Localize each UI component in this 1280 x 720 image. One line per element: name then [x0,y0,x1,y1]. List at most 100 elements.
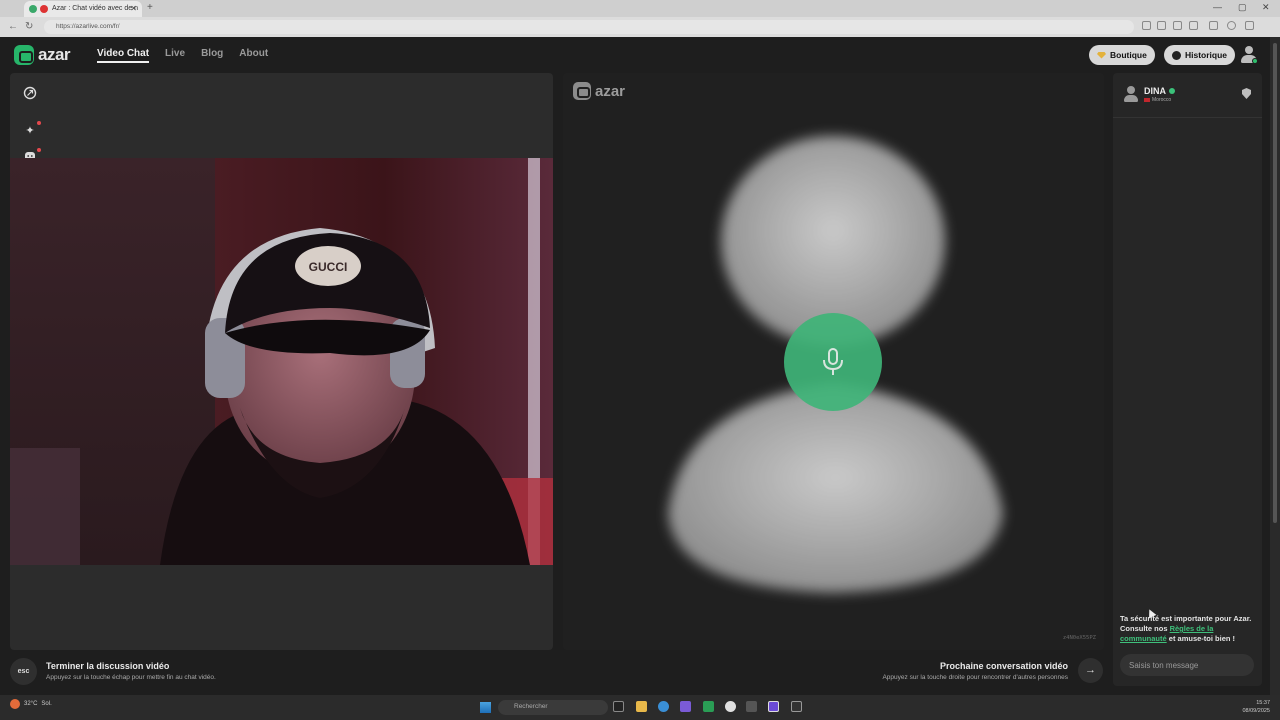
page-scrollbar[interactable] [1270,37,1280,695]
morocco-flag-icon [1144,98,1150,102]
chat-divider [1113,117,1262,118]
next-chat-subtitle: Appuyez sur la touche droite pour rencon… [882,674,1068,681]
esc-key-button[interactable]: esc [10,658,37,685]
spotify-icon[interactable] [703,701,714,712]
peer-azar-logo: azar [573,82,625,100]
copilot-icon[interactable] [680,701,691,712]
shop-button[interactable]: Boutique [1089,45,1155,65]
self-video-panel: ✦ GUCCI [10,73,553,650]
notes-icon[interactable] [791,701,802,712]
azar-app: azar Video Chat Live Blog About Boutique… [0,37,1270,695]
tab-bar: Azar : Chat vidéo avec de n ✕ + — ▢ ✕ [0,0,1280,17]
effects-icon[interactable]: ✦ [23,121,41,138]
partner-name-row: DINA [1144,86,1175,96]
weather-widget[interactable]: 32°C Sol. [10,699,52,709]
clock-date: 08/09/2025 [1242,708,1270,714]
address-bar-row: ← ↻ https://azarlive.com/fr/ [0,17,1280,37]
partner-name: DINA [1144,86,1166,96]
translate-icon[interactable] [1173,21,1182,30]
shop-label: Boutique [1110,50,1147,60]
site-header: azar Video Chat Live Blog About Boutique… [0,37,1270,73]
next-chat-title[interactable]: Prochaine conversation vidéo [882,661,1068,671]
main-nav: Video Chat Live Blog About [97,48,268,63]
browser-tab[interactable]: Azar : Chat vidéo avec de n ✕ [24,1,142,17]
file-explorer-icon[interactable] [636,701,647,712]
next-chat-hint: Prochaine conversation vidéo Appuyez sur… [882,661,1068,681]
browser-chrome: Azar : Chat vidéo avec de n ✕ + — ▢ ✕ ← … [0,0,1280,37]
history-button[interactable]: Historique [1164,45,1236,65]
maximize-icon[interactable]: ▢ [1238,2,1247,13]
collections-icon[interactable] [1209,21,1218,30]
task-view-icon[interactable] [613,701,624,712]
logo-text: azar [38,45,71,64]
session-id: z4N0eX55PZ [1062,635,1096,641]
clock-icon [1172,50,1181,60]
minimize-icon[interactable]: — [1213,2,1222,12]
partner-avatar [1124,86,1138,102]
app-icon[interactable] [746,701,757,712]
menu-icon[interactable] [1245,21,1254,30]
nav-video-chat[interactable]: Video Chat [97,48,150,63]
chrome-icon[interactable] [725,701,736,712]
partner-country: Morocco [1152,97,1172,103]
partner-avatar-head [1127,86,1135,94]
weather-sun-icon [10,699,20,709]
tab-title: Azar : Chat vidéo avec de n [52,5,138,12]
message-input[interactable] [1120,654,1254,676]
peer-logo-text: azar [595,82,626,100]
clock-time: 15:37 [1256,700,1270,706]
next-arrow-icon[interactable]: → [1078,658,1103,683]
system-tray-clock[interactable]: 15:37 08/09/2025 [1242,699,1270,715]
report-shield-icon[interactable] [1242,88,1251,99]
svg-text:GUCCI: GUCCI [309,260,348,274]
close-window-icon[interactable]: ✕ [1262,2,1270,13]
user-avatar[interactable] [1241,46,1258,64]
online-status-icon [1169,88,1175,94]
partner-country-row: Morocco [1144,97,1175,103]
end-chat-subtitle: Appuyez sur la touche échap pour mettre … [46,674,216,681]
weather-temp: 32°C [24,701,38,707]
peer-video-panel: azar z4N0eX55PZ [563,73,1104,650]
fullscreen-icon[interactable] [23,86,37,100]
url-field[interactable]: https://azarlive.com/fr/ [44,20,1134,34]
effects-badge [37,121,41,125]
active-app-icon[interactable] [768,701,779,712]
chat-panel: DINA Morocco Ta sécurité est importante … [1113,73,1262,686]
extension-icon[interactable] [1142,21,1151,30]
video-footer: esc Terminer la discussion vidéo Appuyez… [0,650,1110,695]
back-icon[interactable]: ← [8,21,18,32]
avatar-head [1245,46,1253,54]
peer-logo-icon [573,82,591,100]
tab-group-icon [29,5,37,13]
nav-about[interactable]: About [239,48,268,63]
recording-icon [40,5,48,13]
safety-notice: Ta sécurité est importante pour Azar. Co… [1120,614,1255,644]
filter-badge [37,148,41,152]
profile-icon[interactable] [1227,21,1236,30]
nav-live[interactable]: Live [165,48,185,63]
windows-start-icon[interactable] [480,702,491,713]
nav-blog[interactable]: Blog [201,48,223,63]
gem-icon [1097,51,1106,59]
partner-avatar-body [1124,95,1138,102]
os-taskbar: 32°C Sol. Rechercher 15:37 08/09/2025 [0,695,1280,720]
partner-info: DINA Morocco [1124,86,1175,103]
azar-logo-icon [14,45,34,65]
new-tab-icon[interactable]: + [147,2,153,13]
scrollbar-thumb[interactable] [1273,43,1277,523]
reload-icon[interactable]: ↻ [25,21,33,32]
peer-mic-icon [784,313,882,411]
history-label: Historique [1185,50,1228,60]
self-camera-feed: GUCCI [10,158,553,565]
weather-desc: Sol. [41,701,52,707]
safety-text-2: et amuse-toi bien ! [1166,634,1236,643]
close-tab-icon[interactable]: ✕ [130,4,137,13]
favorites-icon[interactable] [1189,21,1198,30]
end-chat-hint: Terminer la discussion vidéo Appuyez sur… [46,661,216,681]
edge-icon[interactable] [658,701,669,712]
online-dot [1252,58,1258,64]
reader-icon[interactable] [1157,21,1166,30]
taskbar-search[interactable]: Rechercher [498,700,608,715]
azar-logo[interactable]: azar [14,45,71,65]
end-chat-title[interactable]: Terminer la discussion vidéo [46,661,216,671]
